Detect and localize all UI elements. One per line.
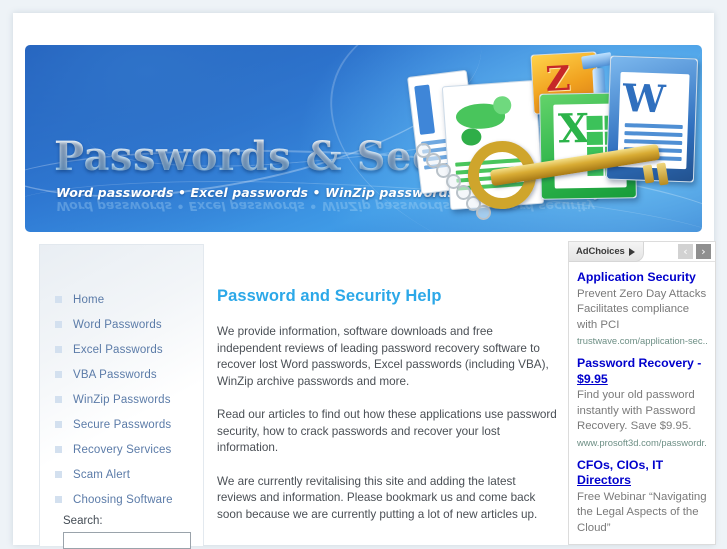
search-input[interactable] [63, 531, 191, 549]
sidebar-item-label: Scam Alert [73, 468, 131, 481]
content-paragraph: We provide information, software downloa… [217, 325, 549, 388]
adchoices-button[interactable]: AdChoices [569, 242, 644, 262]
ad-next-button[interactable]: › [696, 244, 711, 259]
play-triangle-icon [628, 247, 635, 256]
ad-title-text: Password Recovery - [577, 356, 702, 370]
ad-title-price: $9.95 [577, 371, 608, 386]
lower-layout: Home Word Passwords Excel Passwords VBA … [25, 235, 716, 549]
ad-item: CFOs, CIOs, IT Directors Free Webinar “N… [577, 458, 707, 537]
bullet-icon [55, 496, 62, 503]
ad-display-url[interactable]: trustwave.com/application-sec... [577, 334, 707, 347]
sidebar-item-choosing-software[interactable]: Choosing Software [40, 487, 203, 512]
ad-display-url[interactable]: www.prosoft3d.com/passwordr... [577, 436, 707, 449]
ad-title-link[interactable]: Password Recovery - $9.95 [577, 356, 707, 387]
bullet-icon [55, 321, 62, 328]
sidebar-item-label: WinZip Passwords [73, 393, 171, 406]
ad-description: Free Webinar “Navigating the Legal Aspec… [577, 490, 707, 534]
sidebar-item-label: Choosing Software [73, 493, 173, 506]
excel-letter-glyph: X [557, 105, 590, 153]
content-paragraph: Read our articles to find out how these … [217, 408, 557, 454]
ad-title-text: CFOs, CIOs, IT [577, 457, 664, 472]
search-block: Search: [63, 515, 198, 549]
ad-panel-header: AdChoices ‹ › [569, 242, 715, 262]
sidebar-content-divider [203, 244, 204, 545]
ad-title-link[interactable]: Application Security [577, 270, 707, 286]
banner-artwork: Z X W [407, 45, 702, 232]
site-banner: Passwords & Security Word passwords • Ex… [25, 45, 702, 232]
sidebar-item-label: Home [73, 293, 105, 306]
main-content: Password and Security Help We provide in… [217, 287, 557, 540]
bullet-icon [55, 471, 62, 478]
sidebar-item-winzip-passwords[interactable]: WinZip Passwords [40, 387, 203, 412]
word-letter-glyph: W [622, 75, 667, 122]
sidebar-item-label: VBA Passwords [73, 368, 157, 381]
sidebar-nav: Home Word Passwords Excel Passwords VBA … [40, 287, 203, 512]
sidebar-item-excel-passwords[interactable]: Excel Passwords [40, 337, 203, 362]
bullet-icon [55, 296, 62, 303]
ad-item: Password Recovery - $9.95 Find your old … [577, 356, 707, 449]
zip-letter-glyph: Z [544, 58, 572, 101]
sidebar-item-label: Word Passwords [73, 318, 162, 331]
ad-title-continued: Directors [577, 473, 631, 487]
sidebar-item-recovery-services[interactable]: Recovery Services [40, 437, 203, 462]
bullet-icon [55, 421, 62, 428]
sidebar-item-word-passwords[interactable]: Word Passwords [40, 312, 203, 337]
content-paragraph: We are currently revitalising this site … [217, 474, 538, 521]
sidebar-item-label: Recovery Services [73, 443, 172, 456]
sidebar-item-home[interactable]: Home [40, 287, 203, 312]
ad-description: Find your old password instantly with Pa… [577, 389, 696, 432]
bullet-icon [55, 346, 62, 353]
bullet-icon [55, 371, 62, 378]
sidebar-item-label: Excel Passwords [73, 343, 163, 356]
ad-prev-button[interactable]: ‹ [678, 244, 693, 259]
ad-description: Prevent Zero Day Attacks Facilitates com… [577, 287, 707, 331]
ad-item: Application Security Prevent Zero Day At… [577, 270, 707, 347]
sidebar-item-label: Secure Passwords [73, 418, 172, 431]
adchoices-label: AdChoices [576, 246, 625, 257]
bullet-icon [55, 396, 62, 403]
sidebar: Home Word Passwords Excel Passwords VBA … [39, 244, 203, 549]
search-label: Search: [63, 515, 103, 527]
ad-list: Application Security Prevent Zero Day At… [569, 262, 715, 536]
bullet-icon [55, 446, 62, 453]
sidebar-item-vba-passwords[interactable]: VBA Passwords [40, 362, 203, 387]
page-container: Passwords & Security Word passwords • Ex… [13, 13, 716, 549]
sidebar-item-secure-passwords[interactable]: Secure Passwords [40, 412, 203, 437]
sidebar-item-scam-alert[interactable]: Scam Alert [40, 462, 203, 487]
ad-panel: AdChoices ‹ › Application Security Preve… [568, 241, 716, 545]
ad-title-link[interactable]: CFOs, CIOs, IT Directors [577, 458, 707, 489]
page-title: Password and Security Help [217, 287, 442, 305]
